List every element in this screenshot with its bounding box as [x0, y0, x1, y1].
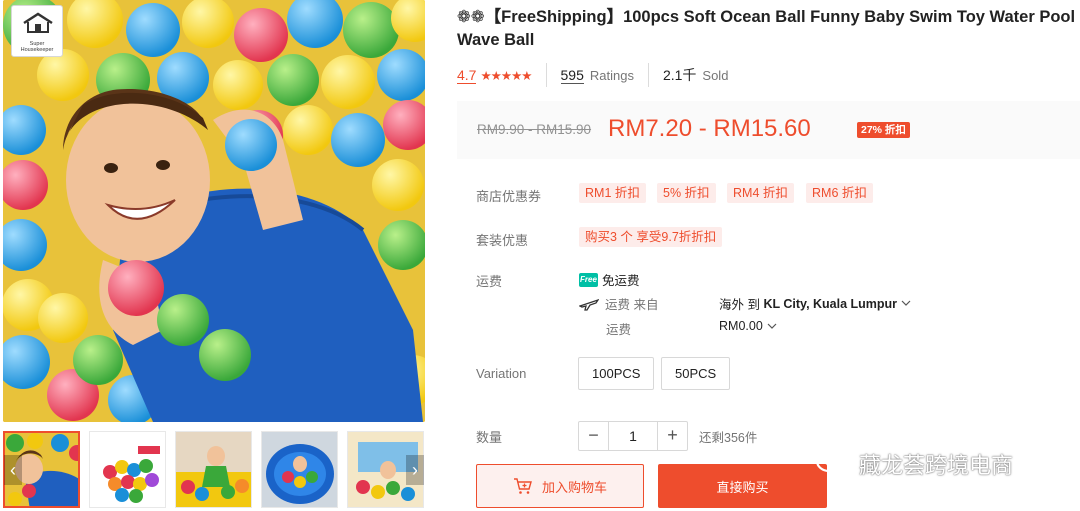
product-details: ❁❁【FreeShipping】100pcs Soft Ocean Ball F… [457, 0, 1080, 511]
voucher-rm4[interactable]: RM4 折扣 [727, 183, 794, 203]
bundle-deal-label: 套装优惠 [476, 233, 529, 248]
variation-option-100pcs[interactable]: 100PCS [578, 357, 655, 390]
quantity-input[interactable]: 1 [608, 422, 658, 450]
rating-stars-icon: ★★★★★ [480, 68, 532, 83]
shipping-fee-value: RM0.00 [719, 319, 763, 333]
voucher-rm1[interactable]: RM1 折扣 [579, 183, 646, 203]
shipping-plane-icon [579, 298, 599, 311]
shop-vouchers-label: 商店优惠券 [476, 189, 542, 204]
shipping-label: 运费 [476, 274, 503, 289]
free-shipping-text: 免运费 [602, 274, 640, 288]
rating-score[interactable]: 4.7 [457, 67, 477, 84]
discount-badge: 27% 折扣 [857, 122, 910, 138]
brand-logo: Super Housekeeper [11, 5, 63, 57]
divider [647, 63, 649, 87]
add-to-cart-button[interactable]: 加入购物车 [476, 464, 644, 508]
ratings-label: Ratings [589, 67, 634, 83]
thumbnail-4[interactable] [261, 431, 338, 508]
quantity-increase-button[interactable]: + [658, 422, 687, 450]
quantity-decrease-button[interactable]: − [579, 422, 608, 450]
wechat-icon [815, 449, 851, 478]
chevron-down-icon [901, 300, 911, 306]
voucher-5pct[interactable]: 5% 折扣 [657, 183, 716, 203]
shipping-fee[interactable]: RM0.00 [719, 319, 777, 333]
rating-row: 4.7 ★★★★★ 595 Ratings 2.1千 Sold [457, 63, 729, 87]
divider [545, 63, 547, 87]
thumbnail-next-arrow[interactable]: › [406, 455, 424, 485]
stock-remaining: 还剩356件 [699, 431, 758, 445]
thumbnail-image [262, 432, 337, 507]
free-shipping-icon: Free [579, 272, 598, 287]
price-panel: RM9.90 - RM15.90 RM7.20 - RM15.60 27% 折扣 [457, 101, 1080, 159]
shipping-from-label: 运费 来自 [605, 298, 659, 312]
cart-icon [513, 478, 532, 494]
voucher-rm6[interactable]: RM6 折扣 [806, 183, 873, 203]
main-product-image[interactable]: Super Housekeeper [3, 0, 425, 422]
thumbnail-3[interactable] [175, 431, 252, 508]
bundle-deal-tag[interactable]: 购买3 个 享受9.7折折扣 [579, 227, 723, 247]
variation-option-50pcs[interactable]: 50PCS [661, 357, 731, 390]
ball-pit-photo [3, 0, 425, 422]
shipping-fee-label-line: 运费 [606, 319, 631, 338]
product-title: ❁❁【FreeShipping】100pcs Soft Ocean Ball F… [457, 8, 1076, 49]
sold-label: Sold [702, 67, 729, 83]
watermark: 藏龙荟跨境电商 [815, 447, 1013, 481]
thumbnail-strip [3, 431, 425, 509]
original-price: RM9.90 - RM15.90 [477, 122, 592, 137]
sold-count: 2.1千 [662, 67, 697, 83]
quantity-label: 数量 [476, 430, 503, 445]
watermark-text: 藏龙荟跨境电商 [859, 453, 1014, 478]
house-icon [23, 12, 53, 33]
thumbnail-2[interactable] [89, 431, 166, 508]
free-shipping-line: Free 免运费 [579, 270, 640, 289]
add-to-cart-label: 加入购物车 [541, 479, 607, 495]
sale-price: RM7.20 - RM15.60 [608, 115, 811, 142]
buy-now-button[interactable]: 直接购买 [658, 464, 827, 508]
shipping-origin: 海外 到 [719, 298, 760, 312]
thumbnail-image [176, 432, 251, 507]
thumbnail-image [90, 432, 165, 507]
shipping-fee-label: 运费 [606, 323, 632, 337]
variation-label: Variation [476, 366, 527, 381]
buy-now-label: 直接购买 [716, 479, 769, 495]
shipping-destination[interactable]: 海外 到 KL City, Kuala Lumpur [719, 294, 911, 313]
ratings-count[interactable]: 595 [560, 67, 584, 84]
brand-name-line2: Housekeeper [20, 47, 54, 53]
quantity-stepper: − 1 + [578, 421, 688, 451]
shipping-from-line: 运费 来自 [579, 294, 658, 313]
chevron-down-icon [767, 323, 777, 329]
thumbnail-prev-arrow[interactable]: ‹ [4, 455, 22, 485]
shipping-destination-city: KL City, Kuala Lumpur [763, 296, 898, 311]
